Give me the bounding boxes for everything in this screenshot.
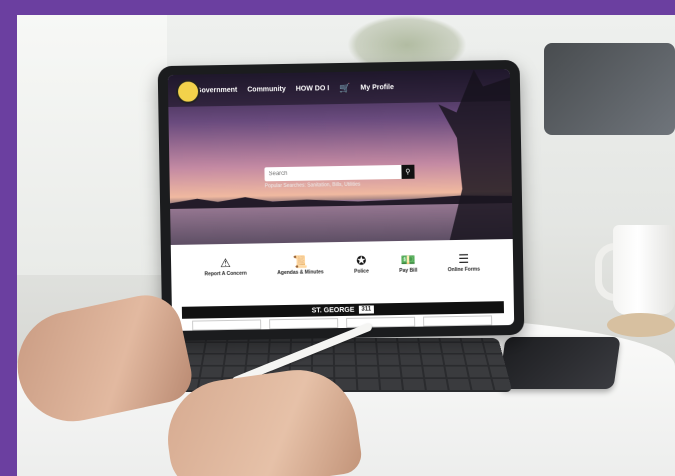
tablet: Government Community HOW DO I 🛒 My Profi… — [157, 59, 525, 342]
city-logo[interactable] — [175, 79, 201, 104]
banner-title: ST. GEORGE — [311, 306, 355, 315]
quicklink-label: Pay Bill — [399, 267, 418, 274]
quicklink-label: Online Forms — [447, 266, 481, 274]
site-navbar: Government Community HOW DO I 🛒 My Profi… — [167, 69, 511, 107]
search-bar: ⚲ — [264, 164, 415, 182]
tab-placeholder[interactable] — [192, 319, 262, 331]
photo: Government Community HOW DO I 🛒 My Profi… — [17, 15, 675, 476]
tablet-screen: Government Community HOW DO I 🛒 My Profi… — [167, 69, 515, 331]
nav-how-do-i[interactable]: HOW DO I — [296, 85, 330, 93]
warning-icon: ⚠ — [219, 255, 231, 271]
quicklink-label: Police — [354, 268, 369, 275]
quicklinks-bar: ⚠ Report A Concern 📜 Agendas & Minutes ✪… — [188, 239, 496, 281]
smartphone — [498, 337, 621, 389]
quicklink-label: Agendas & Minutes — [277, 269, 324, 277]
quicklink-pay-bill[interactable]: 💵 Pay Bill — [399, 252, 418, 274]
search-input[interactable] — [264, 168, 402, 178]
quicklink-online-forms[interactable]: ☰ Online Forms — [447, 251, 481, 274]
nav-my-profile[interactable]: My Profile — [360, 84, 394, 92]
tab-placeholder[interactable] — [423, 315, 493, 327]
search-icon[interactable]: ⚲ — [401, 164, 415, 179]
badge-icon: ✪ — [356, 253, 367, 268]
banner-badge: 311 — [358, 305, 375, 314]
quicklink-label: Report A Concern — [204, 270, 247, 278]
background-monitor — [544, 43, 675, 135]
coaster — [607, 313, 675, 337]
background-window — [17, 15, 167, 275]
tab-placeholder[interactable] — [269, 318, 339, 330]
purple-frame: Government Community HOW DO I 🛒 My Profi… — [0, 0, 675, 476]
coffee-mug — [613, 225, 675, 315]
quicklink-report-concern[interactable]: ⚠ Report A Concern — [204, 255, 247, 278]
cart-icon[interactable]: 🛒 — [339, 82, 350, 93]
list-icon: ☰ — [458, 251, 470, 266]
money-icon: 💵 — [400, 252, 416, 267]
scroll-icon: 📜 — [292, 254, 308, 269]
quicklink-police[interactable]: ✪ Police — [354, 253, 369, 275]
tab-placeholder[interactable] — [346, 316, 416, 328]
nav-government[interactable]: Government — [196, 86, 237, 94]
nav-community[interactable]: Community — [247, 85, 286, 93]
quicklink-agendas[interactable]: 📜 Agendas & Minutes — [277, 254, 324, 277]
